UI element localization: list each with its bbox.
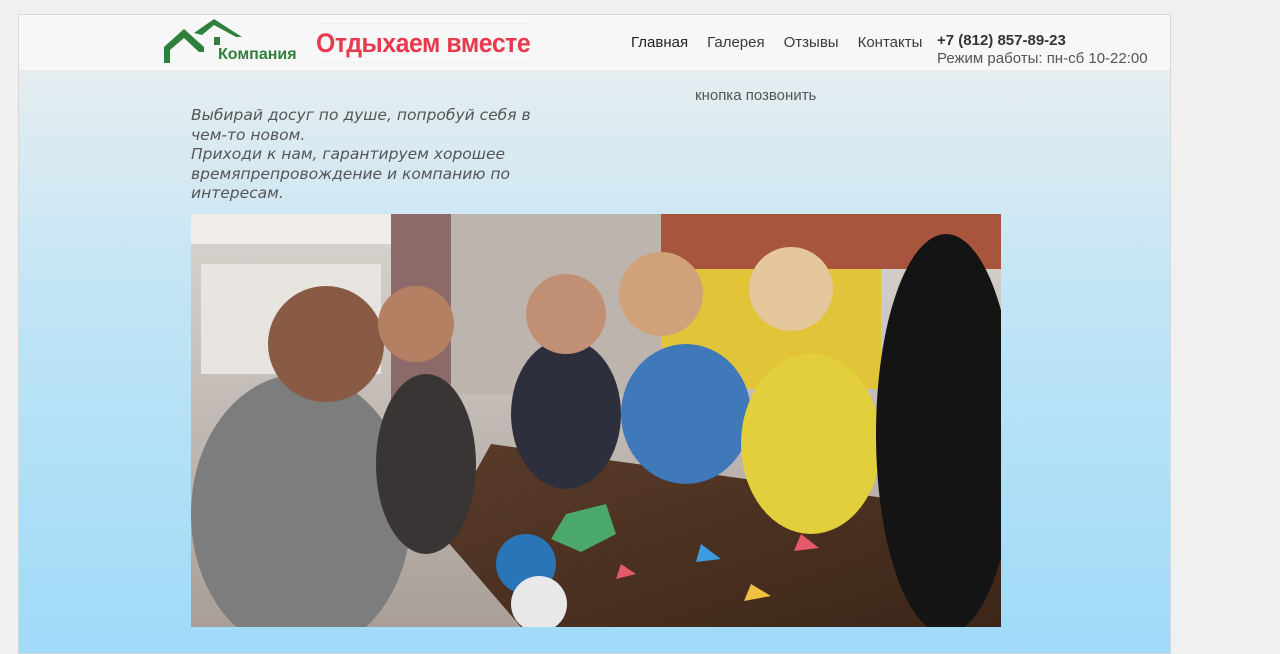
logo-text: Компания (218, 46, 297, 63)
call-button[interactable]: кнопка позвонить (695, 87, 816, 104)
brand-title: Отдыхаем вместе (316, 23, 531, 63)
nav-reviews[interactable]: Отзывы (784, 34, 839, 51)
phone-number[interactable]: +7 (812) 857-89-23 (937, 32, 1148, 49)
browser-page: Компания Отдыхаем вместе Главная Галерея… (18, 14, 1171, 654)
tagline-line-2: Приходи к нам, гарантируем хорошее время… (191, 145, 510, 202)
nav-home[interactable]: Главная (631, 34, 688, 51)
nav-contacts[interactable]: Контакты (858, 34, 923, 51)
contact-block: +7 (812) 857-89-23 Режим работы: пн-сб 1… (937, 32, 1148, 67)
hero-photo-placeholder (191, 214, 1001, 627)
site-header: Компания Отдыхаем вместе Главная Галерея… (19, 15, 1170, 70)
tagline-line-1: Выбирай досуг по душе, попробуй себя в ч… (191, 106, 531, 144)
hero-image (191, 214, 1001, 627)
tagline: Выбирай досуг по душе, попробуй себя в ч… (191, 106, 571, 204)
nav-gallery[interactable]: Галерея (707, 34, 765, 51)
main-nav: Главная Галерея Отзывы Контакты (631, 34, 941, 51)
company-logo[interactable]: Компания (164, 19, 304, 65)
working-hours: Режим работы: пн-сб 10-22:00 (937, 50, 1148, 67)
